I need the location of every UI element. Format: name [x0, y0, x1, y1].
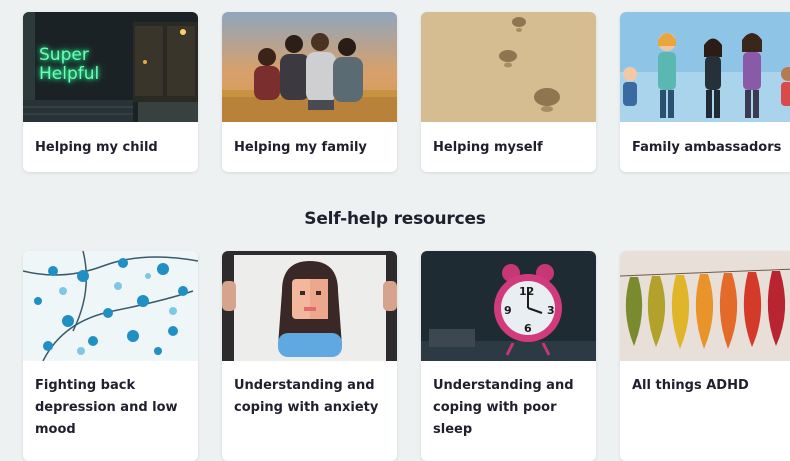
clock-number-12: 12: [519, 285, 535, 298]
footprints-sand-image: [421, 12, 596, 122]
blossoms-image: [23, 251, 198, 361]
card-family-ambassadors[interactable]: Family ambassadors: [620, 12, 790, 172]
card-poor-sleep[interactable]: 12 3 6 9 Understanding and coping with p…: [421, 251, 596, 461]
card-depression[interactable]: Fighting back depression and low mood: [23, 251, 198, 461]
card-adhd[interactable]: All things ADHD: [620, 251, 790, 461]
card-label: Understanding and coping with poor sleep: [433, 378, 574, 437]
ambassadors-illustration-image: [620, 12, 790, 122]
neon-text: Super Helpful: [39, 45, 100, 84]
autumn-leaves-image: [620, 251, 790, 361]
clock-number-6: 6: [524, 322, 532, 335]
clock-number-3: 3: [547, 304, 555, 317]
section-heading: Self-help resources: [304, 209, 486, 229]
card-label: Helping myself: [433, 140, 543, 155]
family-photo-image: [222, 12, 397, 122]
card-label: Fighting back depression and low mood: [35, 378, 178, 437]
card-label: Helping my child: [35, 140, 158, 155]
card-label: All things ADHD: [632, 378, 749, 393]
card-helping-my-child[interactable]: Super Helpful Helping my child: [23, 12, 198, 172]
neon-sign-text: Super Helpful: [39, 46, 119, 84]
card-anxiety[interactable]: Understanding and coping with anxiety: [222, 251, 397, 461]
card-label: Family ambassadors: [632, 140, 782, 155]
card-label: Helping my family: [234, 140, 367, 155]
card-label: Understanding and coping with anxiety: [234, 378, 379, 415]
card-helping-my-family[interactable]: Helping my family: [222, 12, 397, 172]
clock-number-9: 9: [504, 304, 512, 317]
face-drawing-image: [222, 251, 397, 361]
card-helping-myself[interactable]: Helping myself: [421, 12, 596, 172]
